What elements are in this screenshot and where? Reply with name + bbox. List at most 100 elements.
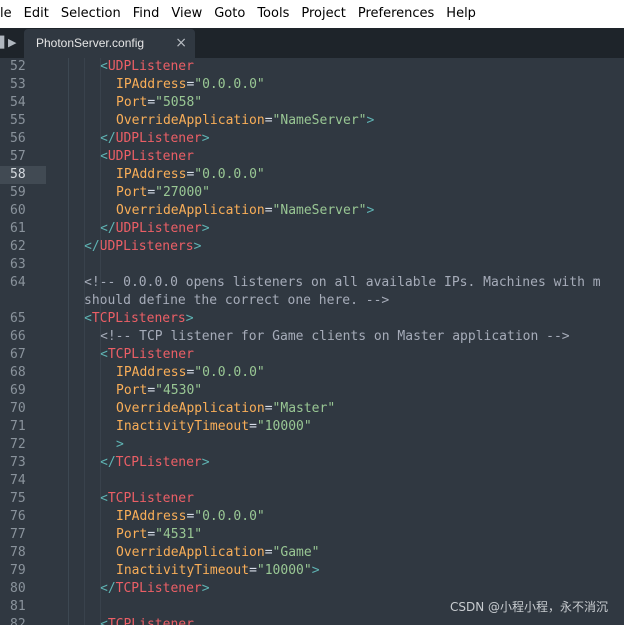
line-number: 65 xyxy=(10,311,26,326)
line-number: 72 xyxy=(10,437,26,452)
code-text: OverrideApplication="NameServer"> xyxy=(116,202,374,220)
token-attr: OverrideApplication xyxy=(116,113,265,128)
token-attr: IPAddress xyxy=(116,167,187,182)
token-eq: = xyxy=(264,545,273,560)
token-comment: <!-- 0.0.0.0 opens listeners on all avai… xyxy=(84,275,601,290)
line-number: 67 xyxy=(10,347,26,362)
menu-item-le[interactable]: le xyxy=(0,0,18,28)
code-text: OverrideApplication="Master" xyxy=(116,400,335,418)
line-number: 61 xyxy=(10,221,26,236)
line-number: 80 xyxy=(10,581,26,596)
line-number: 70 xyxy=(10,401,26,416)
token-attr: IPAddress xyxy=(116,509,187,524)
token-eq: = xyxy=(147,527,156,542)
tab-photonserver-config[interactable]: PhotonServer.config × xyxy=(24,29,195,58)
token-str: "5058" xyxy=(155,95,203,110)
code-text: should define the correct one here. --> xyxy=(84,292,389,310)
menu-item-find[interactable]: Find xyxy=(127,0,166,28)
token-punct: </ xyxy=(100,455,116,470)
tab-nav-arrows[interactable]: ▌ ▶ xyxy=(0,28,24,58)
code-text: InactivityTimeout="10000"> xyxy=(116,562,320,580)
token-comment: <!-- TCP listener for Game clients on Ma… xyxy=(100,329,570,344)
code-line: 66 <!-- TCP listener for Game clients on … xyxy=(0,328,624,346)
menu-bar: le Edit Selection Find View Goto Tools Project P… xyxy=(0,0,624,28)
triangle-right-icon[interactable]: ▶ xyxy=(8,28,16,58)
token-attr: OverrideApplication xyxy=(116,545,265,560)
token-str: "0.0.0.0" xyxy=(194,509,265,524)
token-punct: </ xyxy=(100,131,116,146)
code-line: 80 </TCPListener> xyxy=(0,580,624,598)
code-text: IPAddress="0.0.0.0" xyxy=(116,76,265,94)
code-line: 56 </UDPListener> xyxy=(0,130,624,148)
line-number: 64 xyxy=(10,275,26,290)
watermark: CSDN @小程小程，永不消沉 xyxy=(449,600,608,614)
token-punct: > xyxy=(201,131,210,146)
code-text: <UDPListener xyxy=(100,148,194,166)
code-line: 73 </TCPListener> xyxy=(0,454,624,472)
line-number: 78 xyxy=(10,545,26,560)
code-editor[interactable]: 52 <UDPListener 53 IPAddress="0.0.0.0" 54 Por… xyxy=(0,58,624,625)
code-line: 61 </UDPListener> xyxy=(0,220,624,238)
menu-item-help[interactable]: Help xyxy=(440,0,482,28)
token-comment: should define the correct one here. --> xyxy=(84,293,390,308)
menu-item-edit[interactable]: Edit xyxy=(18,0,55,28)
code-line: 76 IPAddress="0.0.0.0" xyxy=(0,508,624,526)
token-punct: < xyxy=(100,149,108,164)
line-number: 53 xyxy=(10,77,26,92)
code-text: Port="4530" xyxy=(116,382,202,400)
code-text: Port="27000" xyxy=(116,184,210,202)
line-number: 60 xyxy=(10,203,26,218)
token-tag: TCPListener xyxy=(107,617,194,625)
token-eq: = xyxy=(264,113,273,128)
token-punct: < xyxy=(100,347,108,362)
line-number: 63 xyxy=(10,257,26,272)
token-attr: Port xyxy=(116,527,148,542)
line-number: 75 xyxy=(10,491,26,506)
code-text: </UDPListeners> xyxy=(84,238,201,256)
token-tag: UDPListener xyxy=(115,221,202,236)
token-punct: > xyxy=(366,203,375,218)
token-attr: IPAddress xyxy=(116,365,187,380)
token-attr: Port xyxy=(116,95,148,110)
token-attr: OverrideApplication xyxy=(116,401,265,416)
token-tag: TCPListener xyxy=(115,455,202,470)
line-number: 68 xyxy=(10,365,26,380)
code-text: IPAddress="0.0.0.0" xyxy=(116,166,265,184)
token-eq: = xyxy=(264,401,273,416)
token-str: "Game" xyxy=(272,545,320,560)
code-line: 63 xyxy=(0,256,624,274)
token-punct: > xyxy=(201,581,210,596)
menu-item-project[interactable]: Project xyxy=(295,0,351,28)
token-tag: TCPListener xyxy=(107,347,194,362)
token-punct: > xyxy=(311,563,320,578)
menu-item-tools[interactable]: Tools xyxy=(251,0,295,28)
token-attr: Port xyxy=(116,185,148,200)
code-line: 52 <UDPListener xyxy=(0,58,624,76)
code-text: <TCPListener xyxy=(100,346,194,364)
code-text: </UDPListener> xyxy=(100,130,210,148)
indent-guide xyxy=(68,58,69,625)
line-number: 69 xyxy=(10,383,26,398)
line-number: 58 xyxy=(0,166,46,184)
token-str: "NameServer" xyxy=(272,113,367,128)
code-text: <TCPListener xyxy=(100,616,194,625)
token-str: "4530" xyxy=(155,383,203,398)
token-str: "0.0.0.0" xyxy=(194,167,265,182)
code-line: 70 OverrideApplication="Master" xyxy=(0,400,624,418)
code-text: > xyxy=(116,436,124,454)
menu-item-goto[interactable]: Goto xyxy=(208,0,251,28)
code-line: 77 Port="4531" xyxy=(0,526,624,544)
close-icon[interactable]: × xyxy=(175,29,187,58)
menu-item-selection[interactable]: Selection xyxy=(55,0,127,28)
token-punct: </ xyxy=(84,239,100,254)
token-str: "Master" xyxy=(272,401,336,416)
token-tag: UDPListener xyxy=(107,59,194,74)
line-number: 79 xyxy=(10,563,26,578)
token-str: "10000" xyxy=(256,419,312,434)
code-text: InactivityTimeout="10000" xyxy=(116,418,312,436)
token-punct: </ xyxy=(100,581,116,596)
line-number: 56 xyxy=(10,131,26,146)
menu-item-view[interactable]: View xyxy=(165,0,208,28)
menu-item-preferences[interactable]: Preferences xyxy=(352,0,440,28)
token-punct: > xyxy=(193,239,202,254)
